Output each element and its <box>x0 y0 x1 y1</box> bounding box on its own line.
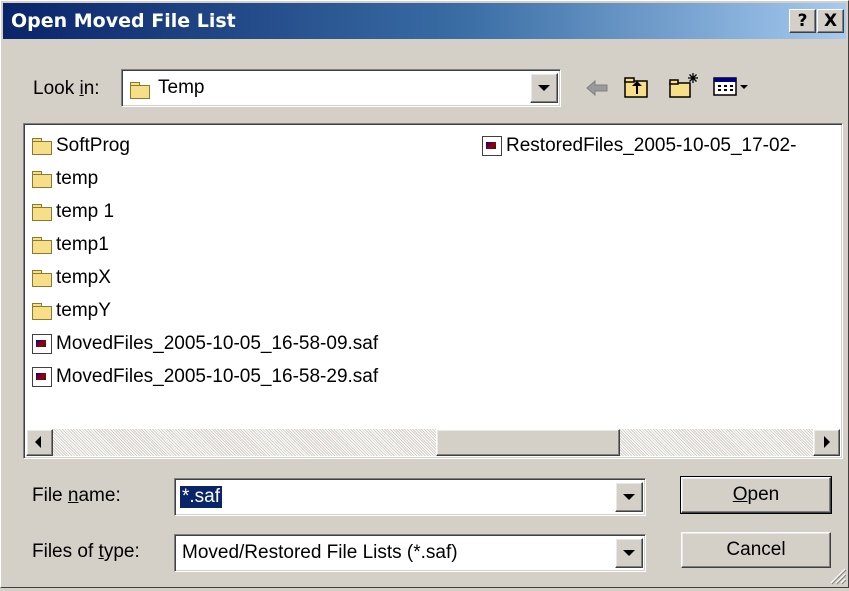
title-bar[interactable]: Open Moved File List ? X <box>3 3 846 39</box>
chevron-down-icon <box>623 494 635 500</box>
scroll-right-button[interactable] <box>813 429 840 456</box>
close-button[interactable]: X <box>817 9 844 33</box>
list-item[interactable]: temp1 <box>32 231 109 259</box>
arrow-left-icon <box>35 436 41 448</box>
list-item[interactable]: MovedFiles_2005-10-05_16-58-09.saf <box>32 330 378 358</box>
folder-icon <box>32 269 52 287</box>
chevron-down-icon <box>623 550 635 556</box>
look-in-label: Look in: <box>33 78 100 99</box>
list-item[interactable]: RestoredFiles_2005-10-05_17-02- <box>482 132 796 160</box>
file-name-combo[interactable]: *.saf <box>174 478 646 516</box>
list-item[interactable]: MovedFiles_2005-10-05_16-58-29.saf <box>32 363 378 391</box>
chevron-down-icon <box>538 85 550 91</box>
folder-icon <box>32 236 52 254</box>
file-type-value: Moved/Restored File Lists (*.saf) <box>182 542 458 563</box>
saf-file-icon <box>32 366 52 387</box>
folder-icon <box>32 170 52 188</box>
file-name-label: File name: <box>32 485 121 506</box>
file-list[interactable]: SoftProg temp temp 1 temp1 tempX tempY M… <box>23 123 843 459</box>
resize-grip-icon[interactable] <box>827 565 847 585</box>
folder-icon <box>32 302 52 320</box>
open-button[interactable]: Open <box>680 476 832 514</box>
look-in-combo[interactable]: Temp <box>121 69 561 107</box>
list-item[interactable]: SoftProg <box>32 132 130 160</box>
up-one-level-icon[interactable] <box>622 73 652 101</box>
file-name-input[interactable]: *.saf <box>180 486 223 508</box>
folder-icon <box>32 137 52 155</box>
folder-icon <box>32 203 52 221</box>
folder-open-icon <box>130 79 154 101</box>
list-item[interactable]: temp <box>32 165 98 193</box>
list-item[interactable]: temp 1 <box>32 198 114 226</box>
new-folder-icon[interactable] <box>667 70 701 102</box>
back-arrow-icon[interactable] <box>583 75 611 101</box>
file-name-dropdown-button[interactable] <box>615 482 643 512</box>
file-type-dropdown-button[interactable] <box>615 538 643 568</box>
saf-file-icon <box>32 333 52 354</box>
scroll-left-button[interactable] <box>26 429 53 456</box>
arrow-right-icon <box>824 436 830 448</box>
help-button[interactable]: ? <box>789 9 816 33</box>
horizontal-scrollbar[interactable] <box>26 429 840 456</box>
list-item[interactable]: tempY <box>32 297 111 325</box>
file-type-label: Files of type: <box>32 541 140 562</box>
window-title: Open Moved File List <box>11 10 236 32</box>
open-file-dialog: Open Moved File List ? X Look in: Temp S… <box>0 0 849 588</box>
view-menu-icon[interactable] <box>712 74 752 100</box>
list-item[interactable]: tempX <box>32 264 111 292</box>
cancel-button[interactable]: Cancel <box>681 532 831 568</box>
file-type-combo[interactable]: Moved/Restored File Lists (*.saf) <box>174 534 646 572</box>
scroll-thumb[interactable] <box>436 429 620 456</box>
look-in-dropdown-button[interactable] <box>530 73 558 103</box>
look-in-value: Temp <box>158 77 205 98</box>
saf-file-icon <box>482 135 502 156</box>
